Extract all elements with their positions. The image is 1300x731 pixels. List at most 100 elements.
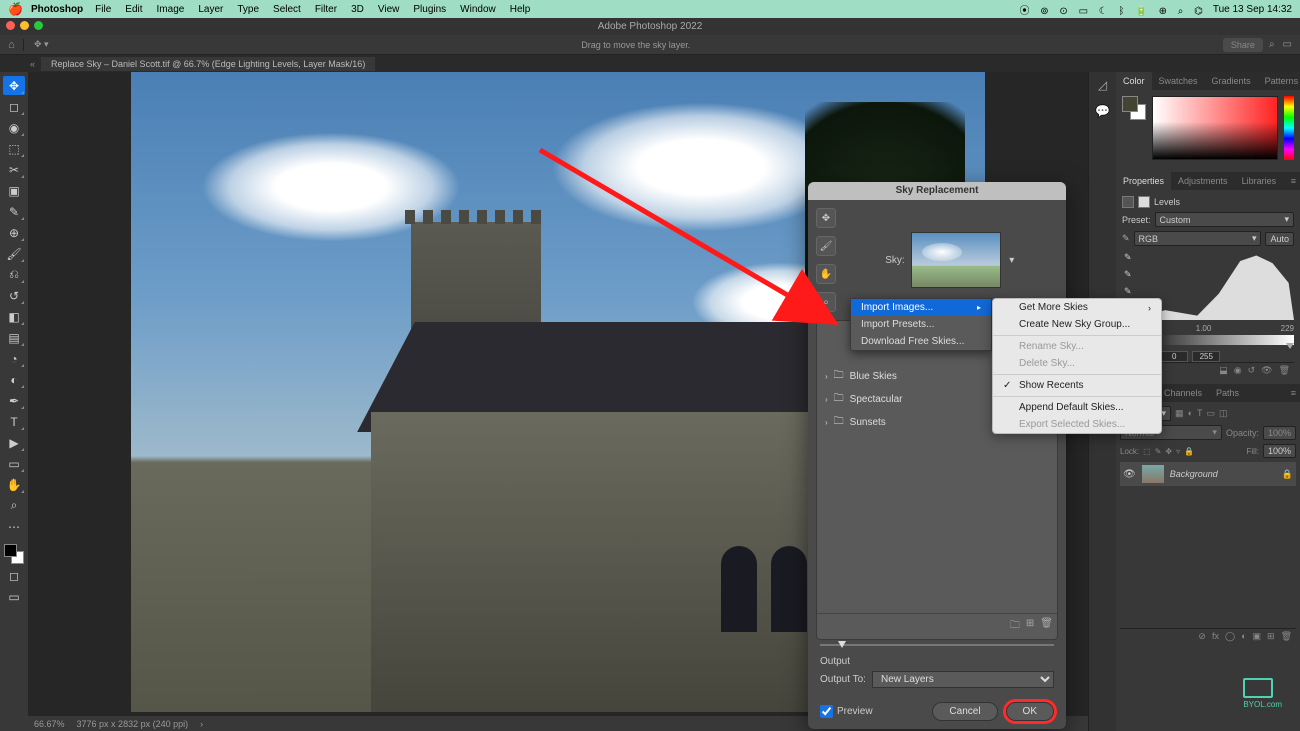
menu-select[interactable]: Select [273, 4, 301, 15]
midtone-input-value[interactable]: 1.00 [1196, 324, 1212, 333]
workspace-switcher-icon[interactable]: ▭ [1283, 39, 1292, 50]
tab-properties[interactable]: Properties [1116, 172, 1171, 190]
menu-edit[interactable]: Edit [125, 4, 142, 15]
menu-help[interactable]: Help [510, 4, 531, 15]
apple-menu-icon[interactable]: 🍎 [8, 2, 23, 16]
menu-window[interactable]: Window [460, 4, 496, 15]
layer-mask-icon-btn[interactable]: ◯ [1225, 631, 1235, 642]
app-name-menu[interactable]: Photoshop [31, 4, 83, 15]
ctx-get-more-skies[interactable]: Get More Skies› [993, 299, 1161, 316]
control-center-icon[interactable]: ⌬ [1194, 6, 1203, 17]
shape-tool[interactable]: ▭ [3, 454, 25, 473]
panel-icon-1[interactable]: ◿ [1098, 78, 1107, 92]
eyedropper-tool[interactable]: ✎ [3, 202, 25, 221]
tv-icon[interactable]: ▭ [1079, 6, 1088, 17]
current-tool-icon[interactable]: ✥ ▾ [34, 39, 49, 50]
layer-thumbnail[interactable] [1142, 465, 1164, 483]
document-tab[interactable]: Replace Sky – Daniel Scott.tif @ 66.7% (… [41, 57, 375, 71]
color-spectrum[interactable] [1152, 96, 1278, 160]
layers-panel-menu-icon[interactable]: ≡ [1287, 388, 1300, 398]
menubar-datetime[interactable]: Tue 13 Sep 14:32 [1213, 4, 1292, 15]
lock-pixels-icon[interactable]: ✎ [1155, 447, 1162, 456]
sky-brush-tool[interactable]: 🖌 [816, 236, 836, 256]
delete-adjustment-icon[interactable]: 🗑 [1279, 365, 1290, 376]
pen-tool[interactable]: ✒ [3, 391, 25, 410]
share-button[interactable]: Share [1223, 38, 1263, 52]
tab-libraries[interactable]: Libraries [1235, 172, 1284, 190]
blur-tool[interactable]: ◔ [3, 349, 25, 368]
layer-name[interactable]: Background [1170, 469, 1276, 479]
eraser-tool[interactable]: ◧ [3, 307, 25, 326]
menu-view[interactable]: View [378, 4, 400, 15]
path-select-tool[interactable]: ▶ [3, 433, 25, 452]
eyedropper-icon[interactable]: ✎ [1122, 233, 1130, 244]
wifi-icon[interactable]: ⊕ [1159, 6, 1167, 17]
lock-nested-icon[interactable]: ▿ [1176, 447, 1180, 456]
layer-filter-icons[interactable]: ▦◐T▭◫ [1175, 408, 1227, 419]
layer-lock-icon[interactable]: 🔒 [1282, 469, 1293, 480]
layer-visibility-icon[interactable]: 👁 [1123, 469, 1136, 480]
battery-icon[interactable]: 🔋 [1135, 6, 1147, 17]
opacity-value[interactable]: 100% [1263, 426, 1296, 440]
delete-preset-icon[interactable]: 🗑 [1040, 618, 1053, 635]
preset-dropdown[interactable]: Custom▾ [1155, 212, 1294, 227]
cancel-button[interactable]: Cancel [932, 702, 997, 721]
fg-bg-swatch[interactable] [4, 544, 24, 564]
record-icon[interactable]: ⦿ [1019, 6, 1029, 17]
layer-style-icon[interactable]: fx [1212, 631, 1219, 642]
window-minimize-button[interactable] [20, 21, 29, 30]
move-tool[interactable]: ✥ [3, 76, 25, 95]
brush-tool[interactable]: 🖌 [3, 244, 25, 263]
lasso-tool[interactable]: ◉ [3, 118, 25, 137]
ok-button[interactable]: OK [1006, 702, 1054, 721]
status-disclosure-icon[interactable]: › [200, 719, 203, 729]
moon-icon[interactable]: ☾ [1099, 6, 1108, 17]
ctx-new-sky-group[interactable]: Create New Sky Group... [993, 316, 1161, 333]
link-layers-icon[interactable]: ⊘ [1198, 631, 1206, 642]
frame-tool[interactable]: ▣ [3, 181, 25, 200]
hue-strip[interactable] [1284, 96, 1294, 160]
panel-icon-2[interactable]: 💬 [1095, 104, 1110, 118]
zoom-tool[interactable]: ⌕ [3, 496, 25, 515]
search-icon[interactable]: ⌕ [1269, 39, 1275, 50]
auto-button[interactable]: Auto [1265, 232, 1294, 246]
tab-patterns[interactable]: Patterns [1258, 72, 1300, 90]
preset-size-slider[interactable] [820, 644, 1054, 646]
sky-hand-tool[interactable]: ✋ [816, 264, 836, 284]
stamp-tool[interactable]: ⎌ [3, 265, 25, 284]
menu-plugins[interactable]: Plugins [413, 4, 446, 15]
preview-checkbox[interactable]: Preview [820, 705, 873, 718]
dodge-tool[interactable]: ◐ [3, 370, 25, 389]
object-select-tool[interactable]: ⬚ [3, 139, 25, 158]
lock-all-icon[interactable]: ⬚ [1143, 447, 1151, 456]
new-layer-icon[interactable]: ⊞ [1267, 631, 1275, 642]
home-button[interactable]: ⌂ [0, 39, 24, 51]
sky-zoom-tool[interactable]: ⌕ [816, 292, 836, 312]
flyout-import-presets[interactable]: Import Presets... [851, 316, 991, 333]
new-preset-folder-icon[interactable]: 🗀 [1010, 618, 1020, 635]
screenmode-tool[interactable]: ▭ [3, 587, 25, 606]
toggle-visibility-icon[interactable]: 👁 [1261, 365, 1272, 376]
tab-color[interactable]: Color [1116, 72, 1152, 90]
output-white-input[interactable] [1192, 351, 1220, 362]
bluetooth-icon[interactable]: ᛒ [1119, 6, 1125, 17]
white-point-eyedropper-icon[interactable]: ✎ [1124, 286, 1132, 297]
gradient-tool[interactable]: ▤ [3, 328, 25, 347]
spotlight-icon[interactable]: ⌕ [1178, 6, 1184, 17]
fill-value[interactable]: 100% [1263, 444, 1296, 458]
output-to-dropdown[interactable]: New Layers [872, 671, 1054, 688]
sky-move-tool[interactable]: ✥ [816, 208, 836, 228]
sync-icon[interactable]: ⊚ [1040, 6, 1048, 17]
color-fgbg-swatch[interactable] [1122, 96, 1146, 166]
zoom-level[interactable]: 66.67% [34, 719, 65, 729]
quickmask-tool[interactable]: ◻ [3, 566, 25, 585]
black-point-eyedropper-icon[interactable]: ✎ [1124, 252, 1132, 263]
clip-to-layer-icon[interactable]: ⬓ [1219, 365, 1228, 376]
delete-layer-icon[interactable]: 🗑 [1281, 631, 1292, 642]
window-zoom-button[interactable] [34, 21, 43, 30]
crop-tool[interactable]: ✂ [3, 160, 25, 179]
canvas-close-icon[interactable]: « [30, 59, 35, 69]
flyout-import-images[interactable]: Import Images...▸ [851, 299, 991, 316]
view-previous-icon[interactable]: ◉ [1234, 365, 1242, 376]
sky-dropdown-icon[interactable]: ▾ [1007, 255, 1017, 266]
